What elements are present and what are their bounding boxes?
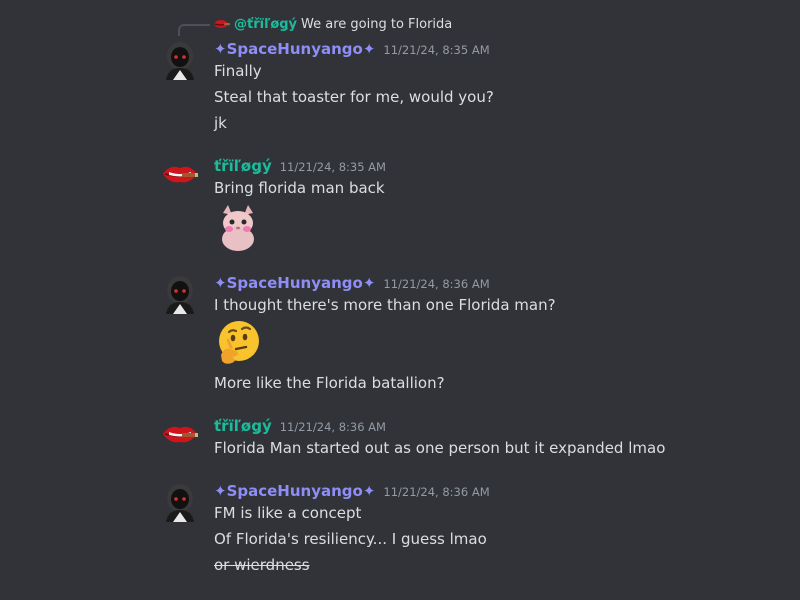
timestamp[interactable]: 11/21/24, 8:35 AM <box>383 43 489 57</box>
timestamp[interactable]: 11/21/24, 8:36 AM <box>383 485 489 499</box>
message-text: Finally <box>214 62 262 80</box>
message-text: Of Florida's resiliency... I guess lmao <box>214 530 487 548</box>
message-text: I thought there's more than one Florida … <box>214 296 556 314</box>
lips-cigar-avatar-icon[interactable] <box>160 414 200 454</box>
message-header: ťřïľøǥý 11/21/24, 8:35 AM <box>214 157 386 175</box>
message-text: Florida Man started out as one person bu… <box>214 439 666 457</box>
author-name[interactable]: ✦SpaceHunyango✦ <box>214 274 375 292</box>
thinking-face-emoji-icon[interactable] <box>214 319 262 367</box>
message-header: ✦SpaceHunyango✦ 11/21/24, 8:36 AM <box>214 274 490 292</box>
message-header: ✦SpaceHunyango✦ 11/21/24, 8:35 AM <box>214 40 490 58</box>
reply-connector <box>178 24 210 36</box>
chat-message-list: @ťřïľøǥý We are going to Florida ✦SpaceH… <box>0 0 800 600</box>
message-text: Bring florida man back <box>214 179 385 197</box>
hooded-figure-avatar-icon[interactable] <box>160 40 200 80</box>
message-text: Steal that toaster for me, would you? <box>214 88 494 106</box>
hooded-figure-avatar-icon[interactable] <box>160 274 200 314</box>
strikethrough-text: or wierdness <box>214 556 310 574</box>
lips-cigar-avatar-icon[interactable] <box>160 154 200 194</box>
timestamp[interactable]: 11/21/24, 8:36 AM <box>383 277 489 291</box>
author-name[interactable]: ťřïľøǥý <box>214 157 272 175</box>
message-text: More like the Florida batallion? <box>214 374 445 392</box>
pink-cat-emoji-icon[interactable] <box>214 203 262 251</box>
message-header: ✦SpaceHunyango✦ 11/21/24, 8:36 AM <box>214 482 490 500</box>
author-name[interactable]: ✦SpaceHunyango✦ <box>214 482 375 500</box>
reply-reference[interactable]: @ťřïľøǥý We are going to Florida <box>214 14 452 34</box>
author-name[interactable]: ✦SpaceHunyango✦ <box>214 40 375 58</box>
reply-text[interactable]: We are going to Florida <box>301 17 452 32</box>
hooded-figure-avatar-icon[interactable] <box>160 482 200 522</box>
message-header: ťřïľøǥý 11/21/24, 8:36 AM <box>214 417 386 435</box>
message-text: jk <box>214 114 227 132</box>
author-name[interactable]: ťřïľøǥý <box>214 417 272 435</box>
reply-author[interactable]: @ťřïľøǥý <box>234 17 297 32</box>
timestamp[interactable]: 11/21/24, 8:35 AM <box>280 160 386 174</box>
lips-cigar-avatar-icon <box>214 20 230 28</box>
message-text: FM is like a concept <box>214 504 362 522</box>
timestamp[interactable]: 11/21/24, 8:36 AM <box>280 420 386 434</box>
